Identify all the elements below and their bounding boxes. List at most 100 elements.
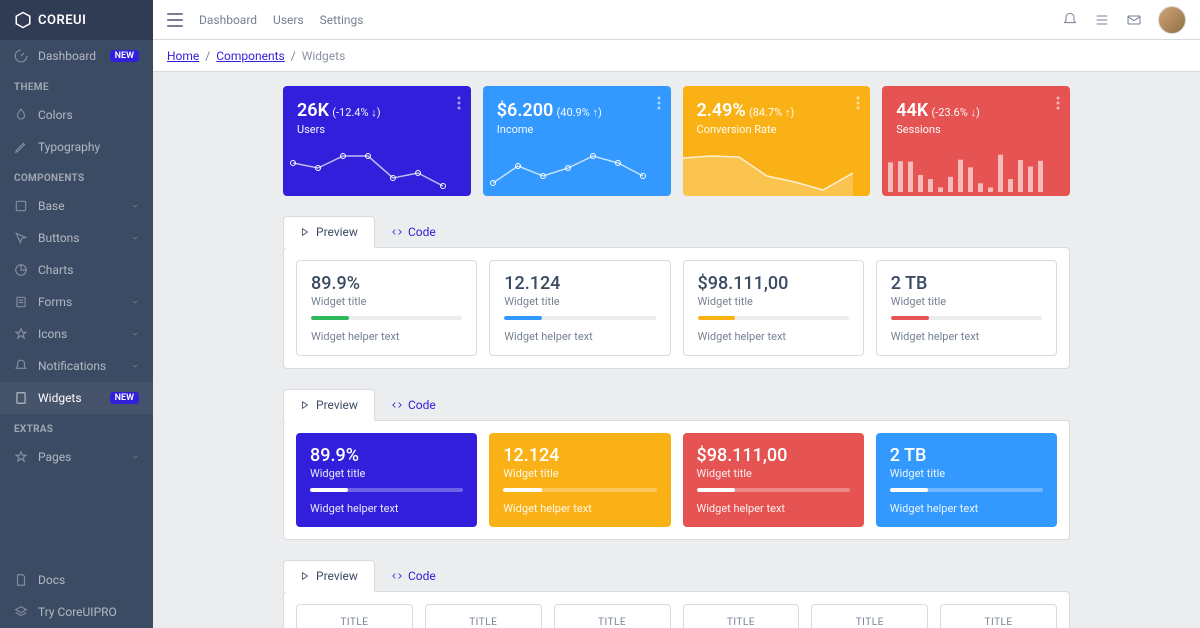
chevron-down-icon — [131, 202, 139, 210]
stat-percent: (-12.4% ↓) — [332, 106, 380, 119]
chevron-down-icon — [131, 362, 139, 370]
sidebar-item-notifications[interactable]: Notifications — [0, 350, 153, 382]
tab-preview[interactable]: Preview — [283, 389, 375, 421]
sidebar-item-label: Buttons — [38, 231, 121, 245]
widget-value: $98.111,00 — [697, 445, 850, 466]
stat-card: $6.200 (40.9% ↑) Income — [483, 86, 671, 196]
widget-title: Widget title — [504, 295, 655, 308]
tab-label: Code — [408, 225, 436, 239]
sidebar-item-colors[interactable]: Colors — [0, 99, 153, 131]
sidebar-item-pages[interactable]: Pages — [0, 441, 153, 473]
sidebar-item-buttons[interactable]: Buttons — [0, 222, 153, 254]
tab-label: Preview — [316, 569, 358, 583]
chevron-down-icon — [131, 298, 139, 306]
mini-title: TITLE — [692, 617, 791, 628]
code-icon — [392, 400, 402, 410]
star-icon — [14, 450, 28, 464]
header-nav-dashboard[interactable]: Dashboard — [199, 13, 257, 27]
widget-card: 89.9%Widget titleWidget helper text — [296, 433, 477, 527]
sidebar-item-forms[interactable]: Forms — [0, 286, 153, 318]
widget-title: Widget title — [890, 467, 1043, 480]
breadcrumb-components[interactable]: Components — [216, 49, 285, 63]
more-icon[interactable] — [657, 96, 661, 114]
widget-helper: Widget helper text — [698, 330, 849, 343]
widget-title: Widget title — [311, 295, 462, 308]
more-icon[interactable] — [1056, 96, 1060, 114]
sidebar-item-base[interactable]: Base — [0, 190, 153, 222]
header: Dashboard Users Settings — [153, 0, 1200, 40]
widget-helper: Widget helper text — [504, 330, 655, 343]
bell-icon[interactable] — [1062, 12, 1078, 28]
sidebar-item-dashboard[interactable]: Dashboard NEW — [0, 40, 153, 72]
sidebar-item-label: Try CoreUIPRO — [38, 605, 139, 619]
sidebar-item-charts[interactable]: Charts — [0, 254, 153, 286]
mini-chart-card: TITLE1,123 — [296, 604, 413, 628]
sidebar-item-icons[interactable]: Icons — [0, 318, 153, 350]
widget-helper: Widget helper text — [697, 502, 850, 515]
list-icon[interactable] — [1094, 12, 1110, 28]
envelope-icon[interactable] — [1126, 12, 1142, 28]
layers-icon — [14, 605, 28, 619]
speedometer-icon — [14, 49, 28, 63]
tab-code[interactable]: Code — [375, 216, 453, 248]
more-icon[interactable] — [457, 96, 461, 114]
cursor-icon — [14, 231, 28, 245]
stat-label: Sessions — [896, 123, 1056, 136]
badge-new: NEW — [110, 392, 139, 404]
tab-code[interactable]: Code — [375, 389, 453, 421]
sidebar-item-typography[interactable]: Typography — [0, 131, 153, 163]
stat-percent: (-23.6% ↓) — [931, 106, 979, 119]
mini-title: TITLE — [305, 617, 404, 628]
stat-value: 26K — [297, 100, 329, 121]
sidebar-item-label: Pages — [38, 450, 121, 464]
tab-code[interactable]: Code — [375, 560, 453, 592]
sidebar-item-label: Docs — [38, 573, 139, 587]
sidebar-item-widgets[interactable]: Widgets NEW — [0, 382, 153, 414]
breadcrumb-home[interactable]: Home — [167, 49, 199, 63]
chart-icon — [14, 263, 28, 277]
bell-icon — [14, 359, 28, 373]
stat-label: Income — [497, 123, 657, 136]
mini-chart-card: TITLE1,123 — [425, 604, 542, 628]
menu-toggle[interactable] — [167, 13, 183, 27]
stat-label: Conversion Rate — [697, 123, 857, 136]
widget-title: Widget title — [503, 467, 656, 480]
widget-value: 12.124 — [504, 273, 655, 294]
widget-value: 2 TB — [891, 273, 1042, 294]
tab-label: Code — [408, 569, 436, 583]
file-icon — [14, 573, 28, 587]
header-nav-settings[interactable]: Settings — [320, 13, 364, 27]
widget-value: 89.9% — [310, 445, 463, 466]
sidebar-section-components: COMPONENTS — [0, 163, 153, 190]
header-nav-users[interactable]: Users — [273, 13, 304, 27]
stat-percent: (40.9% ↑) — [557, 106, 602, 119]
stat-card: 2.49% (84.7% ↑) Conversion Rate — [683, 86, 871, 196]
code-icon — [392, 571, 402, 581]
avatar[interactable] — [1158, 6, 1186, 34]
widget-title: Widget title — [698, 295, 849, 308]
pencil-icon — [14, 140, 28, 154]
tab-label: Preview — [316, 225, 358, 239]
sidebar-item-trypro[interactable]: Try CoreUIPRO — [0, 596, 153, 628]
badge-new: NEW — [110, 50, 139, 62]
mini-title: TITLE — [563, 617, 662, 628]
widget-row-b: 89.9%Widget titleWidget helper text12.12… — [296, 433, 1057, 527]
widget-value: $98.111,00 — [698, 273, 849, 294]
tab-preview[interactable]: Preview — [283, 560, 375, 592]
widget-helper: Widget helper text — [503, 502, 656, 515]
sidebar-item-docs[interactable]: Docs — [0, 564, 153, 596]
calculator-icon — [14, 391, 28, 405]
breadcrumb-current: Widgets — [302, 49, 346, 63]
widget-card: 89.9%Widget titleWidget helper text — [296, 260, 477, 356]
more-icon[interactable] — [856, 96, 860, 114]
mini-chart-card: TITLE1,123 — [554, 604, 671, 628]
sidebar-item-label: Icons — [38, 327, 121, 341]
tab-preview[interactable]: Preview — [283, 216, 375, 248]
star-icon — [14, 327, 28, 341]
sidebar-section-extras: EXTRAS — [0, 414, 153, 441]
widget-card: $98.111,00Widget title Widget helper text — [683, 260, 864, 356]
mini-title: TITLE — [949, 617, 1048, 628]
brand[interactable]: COREUI — [0, 0, 153, 40]
stat-card: 44K (-23.6% ↓) Sessions — [882, 86, 1070, 196]
widget-card: 12.124Widget titleWidget helper text — [489, 433, 670, 527]
